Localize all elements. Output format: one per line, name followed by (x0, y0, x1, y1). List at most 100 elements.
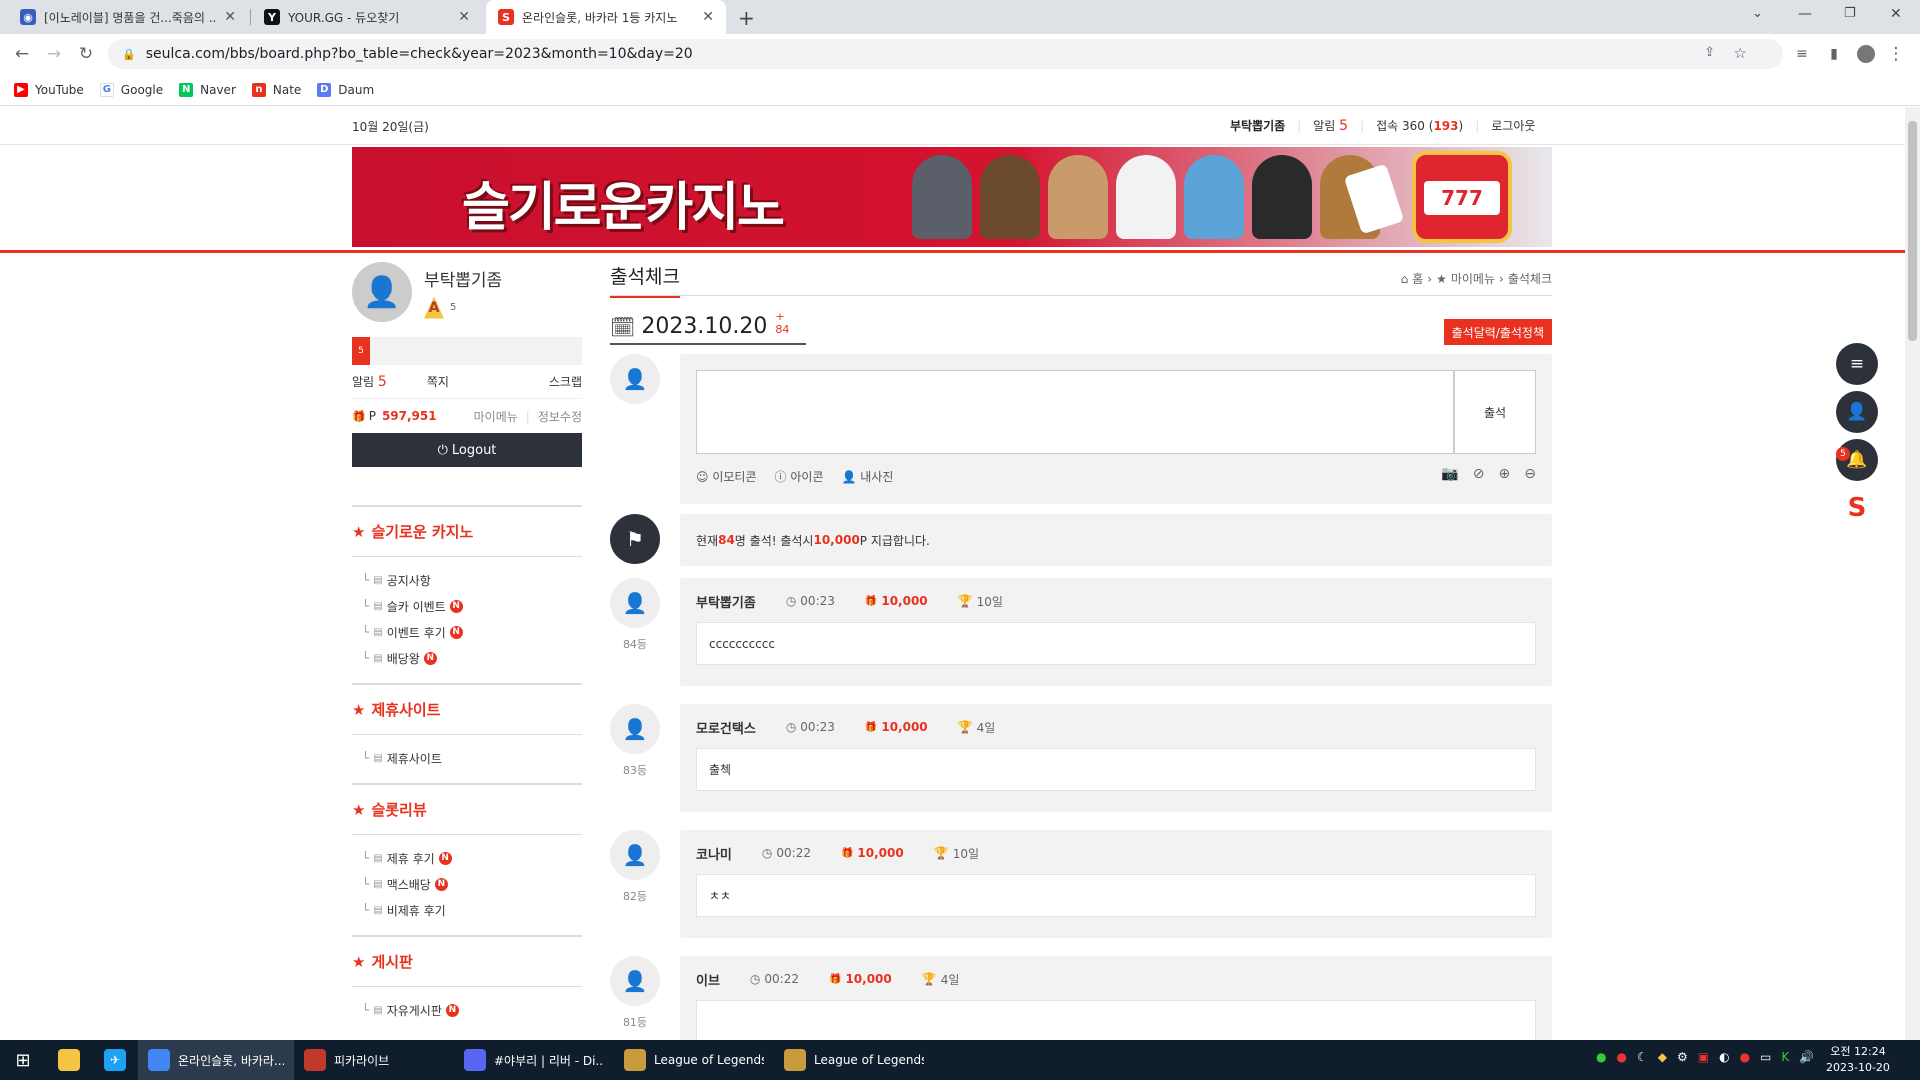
tray-icon: ▭ (1760, 1050, 1772, 1064)
new-badge-icon: N (434, 877, 448, 891)
smile-icon: ☺ (696, 470, 709, 484)
post-author[interactable]: 이브 (696, 970, 720, 989)
attendance-card: 부탁뽑기좀 ◷ 00:23 🎁 10,000 🏆 10일 cccccccccc (680, 578, 1552, 686)
menu-item[interactable]: └ ▤ 제휴 후기 N (352, 845, 582, 871)
clock[interactable]: 오전 12:24 2023-10-20 (1826, 1044, 1890, 1076)
bookmark-google[interactable]: G Google (99, 82, 163, 97)
menu-kebab-icon[interactable]: ⋮ (1884, 42, 1908, 66)
close-icon[interactable]: ✕ (458, 9, 470, 25)
sidebar-edit-profile[interactable]: 정보수정 (538, 408, 582, 425)
shark-mascot-icon (1184, 155, 1244, 239)
sidebar-memo[interactable]: 쪽지 (427, 373, 449, 390)
menu-item[interactable]: └ ▤ 이벤트 후기 N (352, 619, 582, 645)
menu-section-title[interactable]: ★ 제휴사이트 (352, 699, 582, 720)
menu-item[interactable]: └ ▤ 비제휴 후기 (352, 897, 582, 923)
comment-textarea[interactable] (696, 370, 1454, 454)
profile-avatar-icon[interactable]: 👤 (352, 262, 412, 322)
close-icon[interactable]: ✕ (702, 9, 714, 25)
top-logout-link[interactable]: 로그아웃 (1491, 117, 1535, 134)
taskbar-window[interactable]: #야부리 | 리버 - Di... (454, 1040, 614, 1080)
file-explorer-icon[interactable] (46, 1040, 92, 1080)
reading-list-icon[interactable]: ≡ (1790, 42, 1814, 66)
new-tab-icon[interactable]: + (738, 6, 755, 30)
bookmark-star-icon[interactable]: ☆ (1734, 44, 1747, 62)
board-icon: ▤ (373, 852, 383, 864)
attendance-policy-button[interactable]: 출석달력/출석정책 (1443, 319, 1552, 345)
rank-label: 83등 (622, 764, 648, 777)
camera-icon[interactable]: 📷 (1441, 466, 1458, 482)
icon-tool[interactable]: ⓘ 아이콘 (775, 468, 824, 485)
taskbar-window[interactable]: League of Legends... (774, 1040, 934, 1080)
site-logo-s-icon[interactable]: S (1836, 487, 1878, 529)
sidebar-scrap[interactable]: 스크랩 (549, 373, 582, 390)
reload-icon[interactable]: ↻ (74, 42, 98, 66)
window-close-icon[interactable]: ✕ (1890, 6, 1902, 22)
menu-item[interactable]: └ ▤ 자유게시판 N (352, 997, 582, 1023)
attendance-submit-button[interactable]: 출석 (1454, 370, 1536, 454)
post-author[interactable]: 코나미 (696, 844, 732, 863)
menu-hamburger-icon[interactable]: ≡ (1836, 343, 1878, 385)
menu-item[interactable]: └ ▤ 공지사항 (352, 567, 582, 593)
bookmark-naver[interactable]: N Naver (179, 82, 236, 97)
menu-item[interactable]: └ ▤ 배당왕 N (352, 645, 582, 671)
logout-button[interactable]: ⏻ Logout (352, 433, 582, 467)
close-icon[interactable]: ✕ (224, 9, 236, 25)
taskbar-window[interactable]: League of Legends (614, 1040, 774, 1080)
restore-icon[interactable]: ❐ (1844, 6, 1856, 21)
info-icon: ⓘ (774, 470, 787, 484)
minus-circle-icon[interactable]: ⊖ (1524, 466, 1536, 482)
photo-tool[interactable]: 👤 내사진 (841, 468, 893, 485)
post-author[interactable]: 부탁뽑기좀 (696, 592, 756, 611)
browser-tab-1[interactable]: ◉ [이노레이블] 명품을 건...죽음의 ... ✕ (8, 0, 248, 34)
menu-section-title[interactable]: ★ 슬롯리뷰 (352, 799, 582, 820)
app-icon (784, 1049, 806, 1071)
plus-circle-icon[interactable]: ⊕ (1499, 466, 1511, 482)
top-alarm[interactable]: 알림 5 (1313, 117, 1348, 134)
tray-icon: ● (1739, 1050, 1751, 1064)
browser-tab-2[interactable]: Y YOUR.GG - 듀오찾기 ✕ (252, 0, 482, 34)
user-avatar-icon[interactable]: 👤 (610, 956, 660, 1006)
taskbar-window[interactable]: 온라인슬롯, 바카라... (138, 1040, 294, 1080)
bookmark-daum[interactable]: D Daum (317, 82, 374, 97)
post-points: 🎁 10,000 (864, 720, 928, 734)
side-panel-icon[interactable]: ▮ (1822, 42, 1846, 66)
level-badge-icon: A (424, 296, 444, 319)
tab-search-icon[interactable]: ⌄ (1752, 6, 1763, 21)
share-icon[interactable]: ⇪ (1704, 45, 1715, 60)
compass-icon[interactable]: ⊘ (1473, 466, 1485, 482)
post-author[interactable]: 모로건택스 (696, 718, 756, 737)
user-avatar-icon[interactable]: 👤 (610, 830, 660, 880)
user-avatar-icon[interactable]: 👤 (610, 578, 660, 628)
minimize-icon[interactable]: — (1798, 6, 1812, 22)
sidebar-mymenu[interactable]: 마이메뉴 (474, 408, 518, 425)
windows-start-icon[interactable]: ⊞ (0, 1040, 46, 1080)
bird-app-icon[interactable]: ✈ (92, 1040, 138, 1080)
page-scrollbar[interactable] (1905, 107, 1920, 1040)
scrollbar-thumb[interactable] (1908, 121, 1917, 341)
forward-icon[interactable]: → (42, 42, 66, 66)
site-banner[interactable]: 슬기로운카지노 777 (352, 147, 1552, 247)
tray-icon: ● (1616, 1050, 1627, 1064)
float-user-icon[interactable]: 👤 (1836, 391, 1878, 433)
system-tray: ● ● ☾ ◆ ⚙ ▣ ◐ ● ▭ K 🔊 (1596, 1050, 1814, 1064)
profile-icon[interactable] (1854, 42, 1878, 66)
address-bar[interactable]: 🔒 seulca.com/bbs/board.php?bo_table=chec… (108, 39, 1783, 69)
top-username[interactable]: 부탁뽑기좀 (1230, 117, 1285, 134)
user-avatar-icon[interactable]: 👤 (610, 704, 660, 754)
bookmark-youtube[interactable]: ▶ YouTube (14, 82, 84, 97)
bookmark-nate[interactable]: n Nate (251, 82, 301, 97)
menu-item[interactable]: └ ▤ 맥스배당 N (352, 871, 582, 897)
float-bell-icon[interactable]: 🔔 5 (1836, 439, 1878, 481)
browser-tab-3-active[interactable]: S 온라인슬롯, 바카라 1등 카지노 ✕ (486, 0, 726, 34)
sidebar-alarm[interactable]: 알림 5 (352, 373, 387, 390)
menu-item[interactable]: └ ▤ 제휴사이트 (352, 745, 582, 771)
menu-section-title[interactable]: ★ 슬기로운 카지노 (352, 521, 582, 542)
emoticon-tool[interactable]: ☺ 이모티콘 (696, 468, 757, 485)
url-text: seulca.com/bbs/board.php?bo_table=check&… (145, 46, 693, 62)
post-streak: 🏆 4일 (957, 720, 996, 735)
menu-item[interactable]: └ ▤ 슬카 이벤트 N (352, 593, 582, 619)
menu-section-title[interactable]: ★ 게시판 (352, 951, 582, 972)
page-viewport: 10월 20일(금) 부탁뽑기좀 | 알림 5 | 접속 360 (193) |… (0, 107, 1905, 1040)
taskbar-window[interactable]: 피카라이브 (294, 1040, 454, 1080)
back-icon[interactable]: ← (10, 42, 34, 66)
